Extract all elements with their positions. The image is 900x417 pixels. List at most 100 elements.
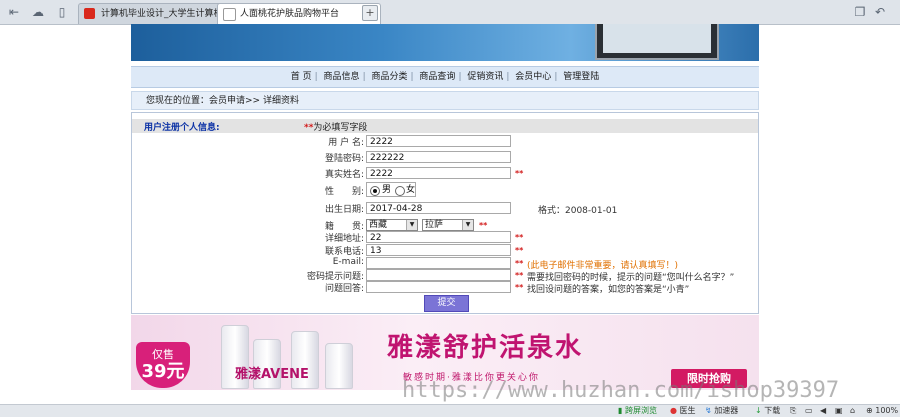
password-input[interactable]: 222222 (366, 151, 511, 163)
ad-slogan: 雅漾舒护活泉水 (387, 333, 584, 363)
registration-form: 用户注册个人信息: **为必填写字段 用 户 名: 2222 登陆密码: 222… (131, 112, 759, 314)
submit-button[interactable]: 提交 (424, 295, 469, 312)
tab-title: 计算机毕业设计_大学生计算机 (101, 9, 223, 19)
nav-categories[interactable]: 商品分类 (371, 72, 407, 82)
status-label: 跨屏浏览 (624, 406, 657, 415)
image-icon[interactable]: ▣ (835, 405, 843, 417)
phone-required-mark: ** (515, 246, 524, 255)
status-download[interactable]: ↓ 下载 (755, 405, 780, 417)
price-label: 仅售 (152, 348, 174, 361)
nav-home[interactable]: 首 页 (291, 72, 312, 82)
nav-separator: | (458, 72, 462, 82)
screenshot-icon[interactable]: ⎘ (790, 405, 796, 417)
nav-member-center[interactable]: 会员中心 (515, 72, 551, 82)
status-label: 下载 (764, 406, 781, 415)
password-label: 登陆密码: (324, 154, 364, 164)
question-required-mark: ** (515, 271, 524, 280)
doctor-icon: ● (670, 406, 677, 415)
required-note-text: 为必填写字段 (313, 123, 368, 133)
ad-brand: 雅漾AVENE (235, 367, 309, 382)
birthday-input[interactable]: 2017-04-28 (366, 202, 511, 214)
nav-promotions[interactable]: 促销资讯 (467, 72, 503, 82)
sidebar-toggle-icon[interactable]: ⇤ (6, 4, 22, 20)
email-label: E-mail: (332, 257, 364, 267)
nav-search[interactable]: 商品查询 (419, 72, 455, 82)
price-badge: 仅售 39元 (136, 342, 190, 388)
address-input[interactable]: 22 (366, 231, 511, 243)
nav-separator: | (506, 72, 510, 82)
answer-required-mark: ** (515, 283, 524, 292)
nav-admin-login[interactable]: 管理登陆 (563, 72, 599, 82)
gender-male-radio[interactable] (370, 186, 380, 196)
status-label: 加速器 (714, 406, 739, 415)
breadcrumb: 您现在的位置：会员申请>> 详细资料 (131, 91, 759, 110)
monitor-graphic (595, 24, 719, 60)
email-required-mark: ** (515, 259, 524, 268)
birthday-format-hint: 格式：2008-01-01 (538, 206, 618, 216)
zoom-level[interactable]: ⊕ 100% (866, 405, 898, 417)
gender-group: 男 女 (366, 182, 416, 197)
window-icon[interactable]: ▭ (805, 405, 813, 417)
nav-separator: | (554, 72, 558, 82)
question-input[interactable] (366, 269, 511, 281)
username-label: 用 户 名: (328, 138, 364, 148)
address-label: 详细地址: (324, 234, 364, 244)
reading-icon[interactable]: ▯ (54, 4, 70, 20)
required-mark: ** (304, 123, 314, 133)
gender-label: 性 别: (324, 187, 364, 197)
realname-label: 真实姓名: (324, 170, 364, 180)
status-doctor[interactable]: ● 医生 (670, 405, 696, 417)
gender-female-radio[interactable] (395, 186, 405, 196)
gender-male-label: 男 (382, 185, 392, 195)
tab-favicon-icon (223, 8, 236, 21)
nav-separator: | (410, 72, 414, 82)
nav-separator: | (362, 72, 366, 82)
city-select[interactable]: 拉萨 ▼ (422, 219, 474, 231)
new-tab-button[interactable]: + (362, 5, 378, 21)
site-banner (131, 24, 759, 61)
zoom-icon: ⊕ (866, 406, 873, 415)
status-cross-screen[interactable]: ▮ 跨屏浏览 (618, 405, 657, 417)
email-input[interactable] (366, 257, 511, 269)
download-icon: ↓ (755, 406, 762, 415)
tab-shop[interactable]: 人面桃花护肤品购物平台 ✕ (217, 3, 381, 24)
form-header: 用户注册个人信息: **为必填写字段 (132, 119, 758, 133)
required-note: **为必填写字段 (304, 120, 367, 133)
zoom-value: 100% (875, 406, 899, 415)
answer-input[interactable] (366, 281, 511, 293)
tab-title: 人面桃花护肤品购物平台 (240, 9, 340, 19)
nav-separator: | (314, 72, 318, 82)
form-title: 用户注册个人信息: (144, 123, 220, 133)
chevron-down-icon: ▼ (406, 220, 417, 230)
phone-icon: ▮ (618, 406, 623, 415)
province-select[interactable]: 西藏 ▼ (366, 219, 418, 231)
browser-tab-bar: ⇤ ☁ ▯ 计算机毕业设计_大学生计算机 ✕ 人面桃花护肤品购物平台 ✕ + ❐… (0, 0, 900, 25)
province-value: 西藏 (369, 220, 388, 230)
chevron-down-icon: ▼ (462, 220, 473, 230)
realname-required-mark: ** (515, 169, 524, 178)
accelerator-icon: ↯ (705, 406, 712, 415)
status-label: 医生 (679, 406, 696, 415)
region-required-mark: ** (479, 221, 488, 230)
main-nav: 首 页 | 商品信息 | 商品分类 | 商品查询 | 促销资讯 | 会员中心 | 管理登陆 (131, 66, 759, 88)
address-required-mark: ** (515, 233, 524, 242)
phone-input[interactable]: 13 (366, 244, 511, 256)
watermark: https://www.huzhan.com/ishop39397 (402, 378, 840, 403)
nav-products[interactable]: 商品信息 (324, 72, 360, 82)
city-value: 拉萨 (425, 220, 444, 230)
answer-label: 问题回答: (324, 284, 364, 294)
price-value: 39元 (141, 361, 185, 382)
username-input[interactable]: 2222 (366, 135, 511, 147)
answer-hint: 找回设问题的答案，如您的答案是“小青” (527, 285, 690, 295)
tab-computer-design[interactable]: 计算机毕业设计_大学生计算机 ✕ (78, 3, 236, 24)
restore-icon[interactable]: ❐ (852, 4, 868, 20)
translate-icon[interactable]: ⌂ (850, 405, 855, 417)
cloud-icon[interactable]: ☁ (30, 4, 46, 20)
realname-input[interactable]: 2222 (366, 167, 511, 179)
volume-icon[interactable]: ◀ (820, 405, 826, 417)
tab-favicon-icon (84, 8, 95, 19)
undo-icon[interactable]: ↶ (872, 4, 888, 20)
status-accelerator[interactable]: ↯ 加速器 (705, 405, 738, 417)
browser-status-bar: ▮ 跨屏浏览 ● 医生 ↯ 加速器 ↓ 下载 ⎘ ▭ ◀ ▣ ⌂ ⊕ 100% (0, 404, 900, 417)
phone-label: 联系电话: (324, 247, 364, 257)
